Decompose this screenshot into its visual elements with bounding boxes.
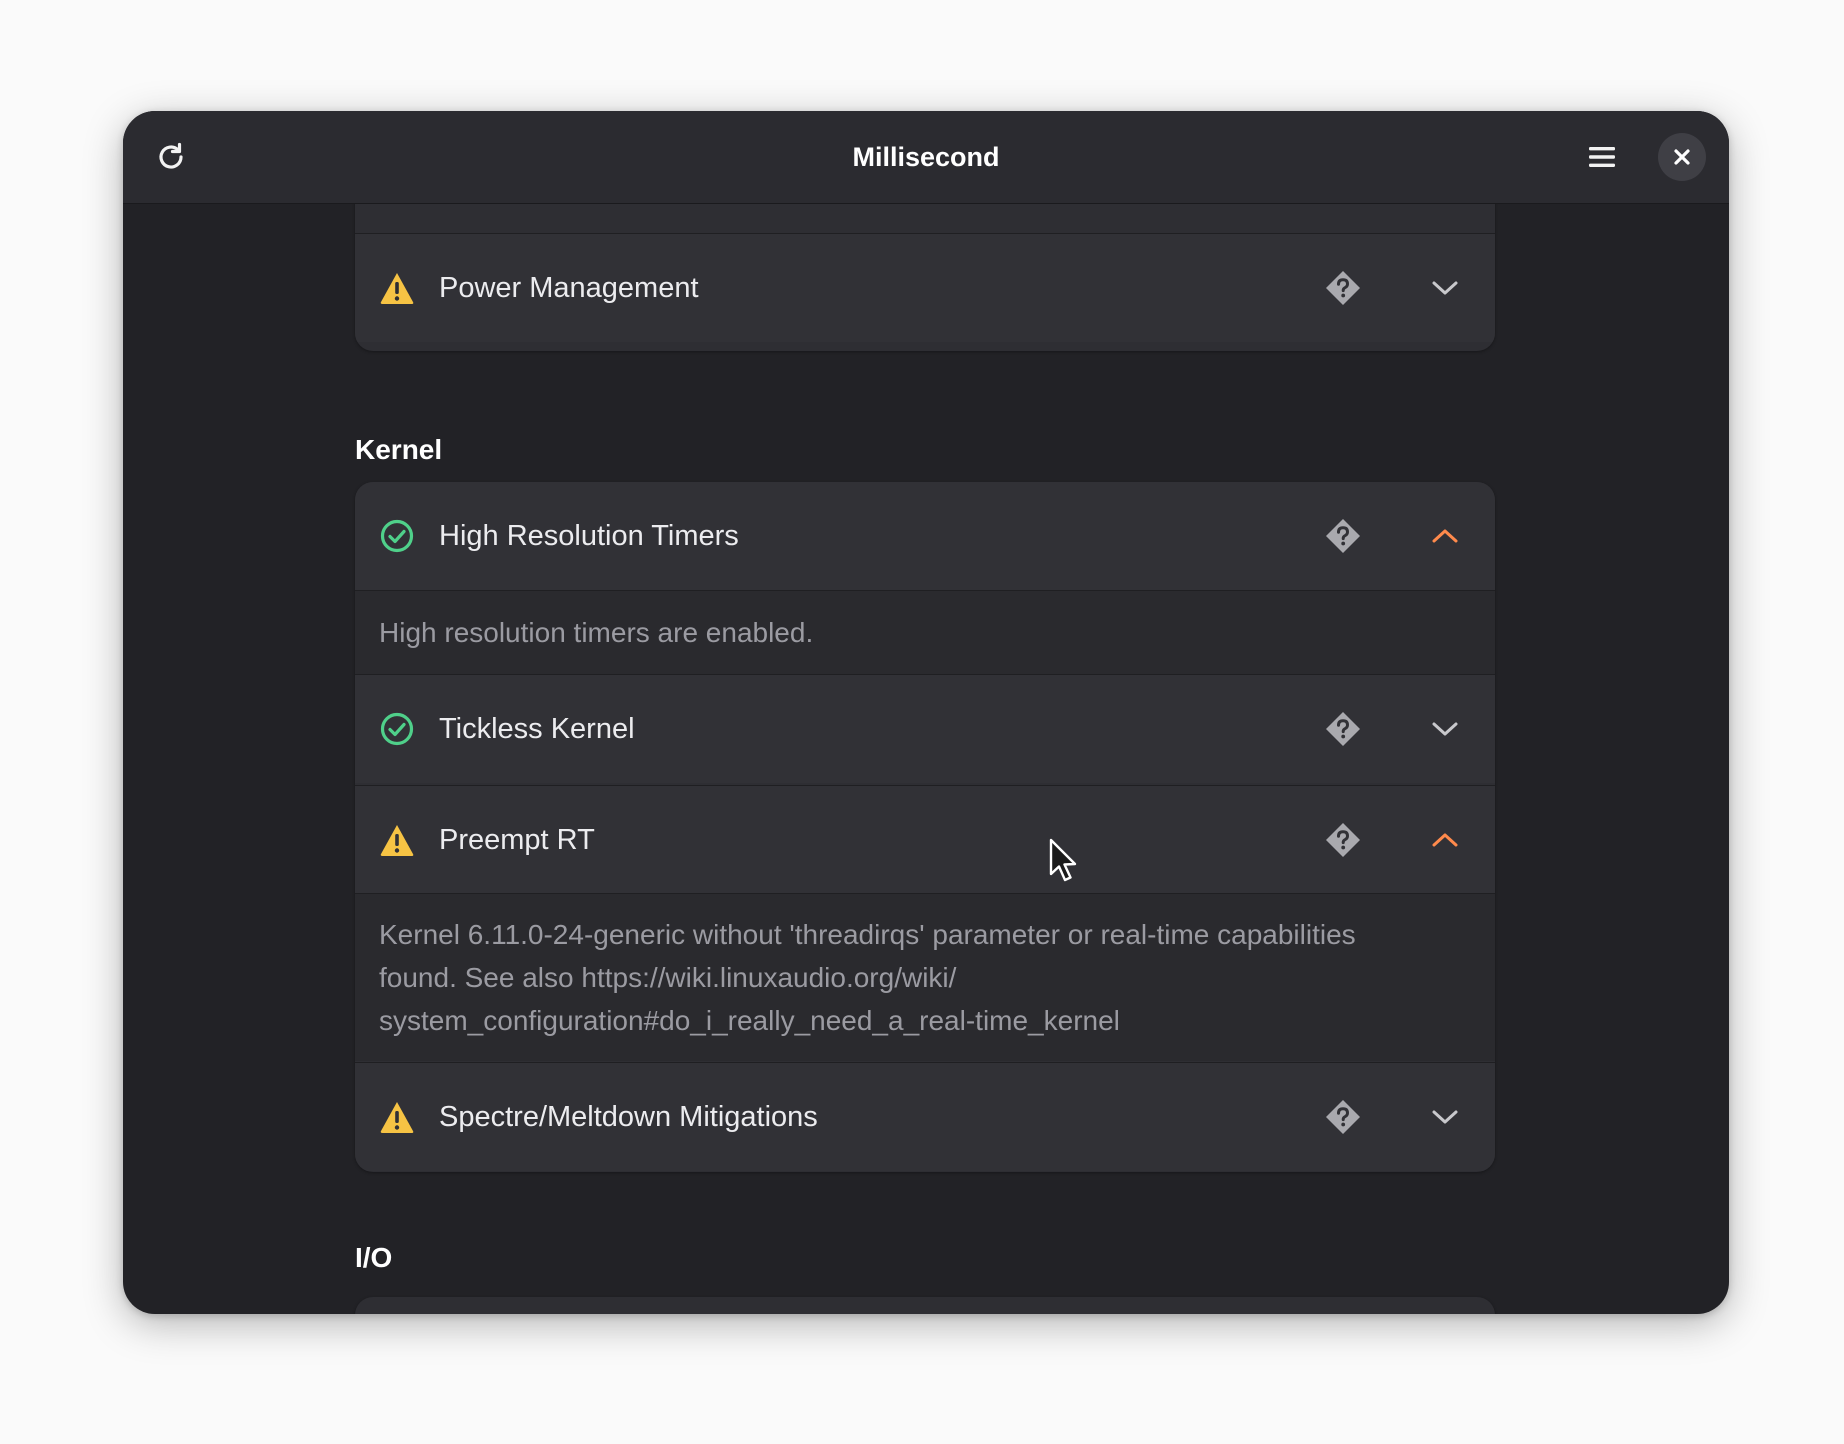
list-item-previous	[355, 204, 1495, 233]
help-icon[interactable]	[1323, 709, 1363, 749]
row-label: High Resolution Timers	[439, 519, 739, 552]
row-label: Preempt RT	[439, 823, 595, 856]
chevron-down-icon[interactable]	[1425, 709, 1465, 749]
detail-text-line: found. See also https://wiki.linuxaudio.…	[379, 962, 957, 993]
detail-text-line: Kernel 6.11.0-24-generic without 'thread…	[379, 919, 1356, 950]
preempt-rt-detail: Kernel 6.11.0-24-generic without 'thread…	[355, 893, 1495, 1061]
check-circle-icon	[379, 518, 415, 554]
main-menu-button[interactable]	[1578, 133, 1626, 181]
preempt-rt-row[interactable]: Preempt RT	[355, 785, 1495, 894]
help-icon[interactable]	[1323, 268, 1363, 308]
general-card: Power Management	[355, 204, 1495, 351]
row-label: Spectre/Meltdown Mitigations	[439, 1100, 818, 1133]
power-management-row[interactable]: Power Management	[355, 233, 1495, 342]
window-title: Millisecond	[852, 142, 1000, 172]
tickless-kernel-row[interactable]: Tickless Kernel	[355, 674, 1495, 783]
chevron-down-icon[interactable]	[1425, 268, 1465, 308]
high-resolution-timers-row[interactable]: High Resolution Timers	[355, 482, 1495, 590]
chevron-up-icon[interactable]	[1425, 820, 1465, 860]
detail-text-line: system_configuration#do_i_really_need_a_…	[379, 1005, 1120, 1036]
section-title-kernel: Kernel	[355, 434, 443, 465]
warning-icon	[379, 822, 415, 858]
close-icon	[1674, 149, 1690, 165]
chevron-up-icon[interactable]	[1425, 516, 1465, 556]
row-label: Power Management	[439, 271, 699, 304]
header-bar: Millisecond	[123, 111, 1729, 204]
warning-icon	[379, 270, 415, 306]
help-icon[interactable]	[1323, 516, 1363, 556]
warning-icon	[379, 1099, 415, 1135]
help-icon[interactable]	[1323, 820, 1363, 860]
high-resolution-timers-detail: High resolution timers are enabled.	[355, 590, 1495, 674]
help-icon[interactable]	[1323, 1097, 1363, 1137]
hamburger-menu-icon	[1589, 147, 1615, 167]
app-window: Millisecond Power Management Kernel High…	[123, 111, 1729, 1314]
mouse-cursor-icon	[1049, 838, 1077, 882]
check-circle-icon	[379, 711, 415, 747]
close-button[interactable]	[1658, 133, 1706, 181]
scroll-content[interactable]: Power Management Kernel High Resolution …	[123, 204, 1729, 1314]
spectre-meltdown-row[interactable]: Spectre/Meltdown Mitigations	[355, 1062, 1495, 1171]
detail-text: High resolution timers are enabled.	[379, 617, 814, 648]
chevron-down-icon[interactable]	[1425, 1097, 1465, 1137]
io-card	[355, 1297, 1495, 1314]
row-label: Tickless Kernel	[439, 712, 635, 745]
kernel-card: High Resolution Timers High resolution t…	[355, 482, 1495, 1172]
section-title-io: I/O	[355, 1242, 393, 1273]
